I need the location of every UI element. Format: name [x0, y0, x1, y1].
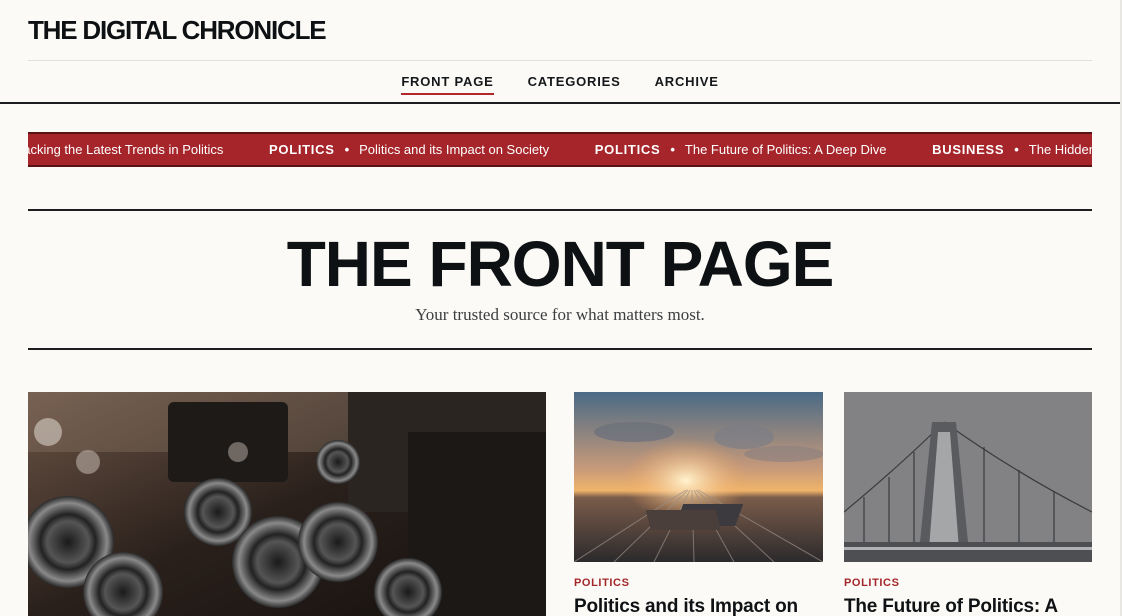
- article-category[interactable]: POLITICS: [844, 577, 900, 589]
- ticker-item-title: The Hidden: [1028, 142, 1092, 157]
- vintage-cameras-image[interactable]: [28, 392, 546, 616]
- ticker-item-title: Politics and its Impact on Society: [359, 142, 550, 157]
- ticker-item-category: POLITICS: [594, 142, 661, 157]
- ticker-item-category: BUSINESS: [932, 142, 1005, 157]
- nav-item-front-page[interactable]: FRONT PAGE: [401, 74, 494, 95]
- railway-sunset-image[interactable]: [574, 392, 823, 562]
- page-title: THE FRONT PAGE: [286, 228, 835, 300]
- nav-item-categories[interactable]: CATEGORIES: [528, 74, 621, 93]
- ticker-item[interactable]: BUSINESS • The Hidden: [890, 142, 1092, 157]
- bottom-divider: [28, 348, 1092, 350]
- ticker-item-title: The Future of Politics: A Deep Dive: [684, 142, 887, 157]
- page-subtitle: Your trusted source for what matters mos…: [415, 305, 705, 324]
- ticker-item[interactable]: POLITICS • The Future of Politics: A Deep …: [553, 142, 887, 157]
- nav-item-archive[interactable]: ARCHIVE: [655, 74, 719, 93]
- ticker-separator: •: [1014, 142, 1019, 157]
- article-category[interactable]: POLITICS: [574, 577, 630, 589]
- nav-items: FRONT PAGE CATEGORIES ARCHIVE: [0, 74, 1120, 95]
- railway-sunset-photo: [574, 392, 823, 562]
- news-ticker: packing the Latest Trends in Politics PO…: [28, 132, 1092, 167]
- ticker-item[interactable]: POLITICS • Politics and its Impact on Soci…: [227, 142, 549, 157]
- site-logo[interactable]: THE DIGITAL CHRONICLE: [28, 14, 327, 46]
- top-divider: [28, 209, 1092, 211]
- article-title[interactable]: The Future of Politics: A: [844, 596, 1058, 616]
- ticker-item-category: POLITICS: [269, 142, 335, 157]
- vintage-cameras-photo: [28, 392, 546, 616]
- main-nav: FRONT PAGE CATEGORIES ARCHIVE: [0, 61, 1120, 104]
- ticker-item[interactable]: packing the Latest Trends in Politics: [28, 142, 223, 157]
- article-title[interactable]: Politics and its Impact on: [574, 596, 798, 616]
- ticker-item-title: packing the Latest Trends in Politics: [28, 142, 224, 157]
- masthead: THE DIGITAL CHRONICLE: [28, 14, 1092, 61]
- ticker-separator: •: [344, 142, 350, 157]
- bridge-aerial-image[interactable]: [844, 392, 1092, 562]
- bridge-aerial-photo: [844, 392, 1092, 562]
- ticker-separator: •: [670, 142, 675, 157]
- ticker-track: packing the Latest Trends in Politics PO…: [28, 142, 1092, 157]
